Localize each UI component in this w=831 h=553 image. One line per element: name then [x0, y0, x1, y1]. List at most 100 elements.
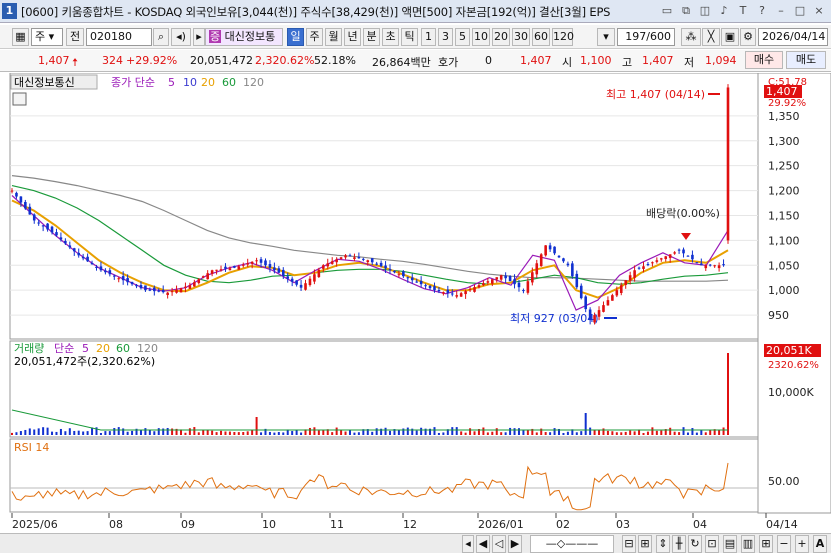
toolbar: ▦ 주 ▾ 전 020180 ⌕ ◂) ▸ 증 대신정보통 ▾ 197/600 … [0, 25, 831, 49]
bottom-scrollbar[interactable]: ◂ ◀ ◁ ▶ —◇——— ⊟ ⊞ ⇕ ╫ ↻ ⊡ ▤ ▥ ⊞ − + A [0, 533, 831, 553]
close-icon[interactable]: × [811, 3, 827, 19]
search-icon[interactable]: ⌕ [153, 28, 169, 46]
next-page-icon[interactable]: ▶ [508, 535, 522, 553]
volume-bar [82, 431, 85, 435]
x-tick-3: 10 [262, 518, 276, 531]
candle-body [68, 245, 72, 248]
volume-bar [660, 430, 663, 435]
interval-tab-3[interactable]: 년 [344, 28, 361, 46]
rsi-panel[interactable] [9, 438, 759, 513]
turnover: 52.18% [314, 54, 356, 67]
volume-bar [575, 432, 578, 435]
candle-body [686, 255, 690, 257]
layout-icon[interactable]: ⧉ [678, 3, 694, 19]
stock-name[interactable]: 증 대신정보통 [205, 28, 283, 46]
volume-bar [322, 429, 325, 435]
count-tab-120[interactable]: 120 [552, 28, 574, 46]
zoom-in-icon[interactable]: ⊞ [638, 535, 652, 553]
draw-tool-icon[interactable]: ⁂ [681, 28, 701, 46]
count-tab-5[interactable]: 5 [455, 28, 470, 46]
plus-icon[interactable]: + [795, 535, 809, 553]
text-icon[interactable]: T [735, 3, 751, 19]
settings-icon[interactable]: ⚙ [740, 28, 756, 46]
minus-icon[interactable]: − [777, 535, 791, 553]
help-icon[interactable]: ? [754, 3, 770, 19]
minimize-icon[interactable]: ▭ [659, 3, 675, 19]
all-button[interactable]: 전 [66, 28, 84, 46]
candle-body [281, 269, 285, 276]
chart-area[interactable]: 1,350 1,300 1,250 1,200 1,150 1,100 1,050 1,000… [0, 72, 831, 533]
volume-bar [162, 428, 165, 435]
pin-icon[interactable]: ♪ [716, 3, 732, 19]
auto-scale-icon[interactable]: A [813, 535, 827, 553]
candle-body [161, 289, 165, 293]
count-tab-1[interactable]: 1 [421, 28, 436, 46]
price-panel[interactable] [9, 72, 759, 340]
period-select[interactable]: 주 ▾ [31, 28, 63, 46]
count-tab-60[interactable]: 60 [532, 28, 550, 46]
candle-body [633, 270, 636, 278]
buy-button[interactable]: 매수 [745, 51, 783, 69]
candle-body [32, 214, 36, 221]
interval-tab-2[interactable]: 월 [325, 28, 342, 46]
volume-bar [633, 431, 636, 435]
interval-tab-0[interactable]: 일 [287, 28, 304, 46]
volume-bar [549, 432, 552, 435]
volume-bar [184, 432, 187, 435]
pan-icon[interactable]: ⇕ [656, 535, 670, 553]
count-tab-3[interactable]: 3 [438, 28, 453, 46]
date-input[interactable]: 2026/04/14 [758, 28, 828, 46]
candle-body [121, 276, 125, 281]
candle-body [201, 276, 205, 278]
refresh-icon[interactable]: ↻ [688, 535, 702, 553]
trend-icon[interactable]: ╳ [702, 28, 720, 46]
zoom-slider[interactable]: —◇——— [530, 535, 614, 553]
candle-body [166, 292, 169, 296]
speaker-icon[interactable]: ◂) [171, 28, 191, 46]
open-price: 1,100 [580, 54, 612, 67]
sell-button[interactable]: 매도 [786, 51, 826, 69]
candle-body [99, 266, 103, 271]
layout-view-icon[interactable]: ⊞ [759, 535, 773, 553]
count-tab-10[interactable]: 10 [472, 28, 490, 46]
save-icon[interactable]: ▣ [721, 28, 739, 46]
candle-body [362, 258, 365, 260]
grid-icon[interactable]: ▦ [12, 28, 29, 46]
save-view-icon[interactable]: ▤ [723, 535, 737, 553]
interval-tab-5[interactable]: 초 [382, 28, 399, 46]
window-title: [0600] 키움종합차트 - KOSDAQ 외국인보유[3,044(천)] 주… [21, 5, 611, 19]
volume-bar [500, 432, 503, 435]
fit-icon[interactable]: ╫ [672, 535, 686, 553]
candle-body [224, 266, 227, 269]
split-icon[interactable]: ⊡ [705, 535, 719, 553]
count-tab-30[interactable]: 30 [512, 28, 530, 46]
max-icon[interactable]: □ [792, 3, 808, 19]
scroll-left-icon[interactable]: ◂ [462, 535, 474, 553]
interval-tab-4[interactable]: 분 [363, 28, 380, 46]
candle-body [37, 222, 40, 224]
zoom-out-icon[interactable]: ⊟ [622, 535, 636, 553]
volume-bar [51, 431, 54, 435]
code-input[interactable]: 020180 [86, 28, 152, 46]
print-icon[interactable]: ▥ [741, 535, 755, 553]
chart-svg[interactable]: 1,350 1,300 1,250 1,200 1,150 1,100 1,050 1,000… [0, 72, 831, 533]
candle-body [28, 206, 32, 215]
count-tab-20[interactable]: 20 [492, 28, 510, 46]
chevron-icon[interactable]: ▸ [193, 28, 205, 46]
page-count[interactable]: 197/600 [617, 28, 675, 46]
interval-tab-6[interactable]: 틱 [401, 28, 418, 46]
prev-page-icon[interactable]: ◁ [492, 535, 506, 553]
interval-tab-1[interactable]: 주 [306, 28, 323, 46]
table-icon[interactable] [12, 92, 27, 106]
candle-body [250, 261, 254, 264]
high-label: 고 [622, 56, 633, 69]
first-page-icon[interactable]: ◀ [476, 535, 490, 553]
quote-bar: 1,407 🠅 324 +29.92% 20,051,472 2,320.62%… [0, 50, 831, 72]
current-price: 1,407 [38, 54, 70, 67]
chevron-down-icon[interactable]: ▾ [597, 28, 615, 46]
candle-body [566, 263, 570, 266]
candle-body [464, 291, 467, 295]
link-icon[interactable]: ◫ [697, 3, 713, 19]
volume-bar [228, 431, 231, 435]
min-icon[interactable]: – [773, 3, 789, 19]
